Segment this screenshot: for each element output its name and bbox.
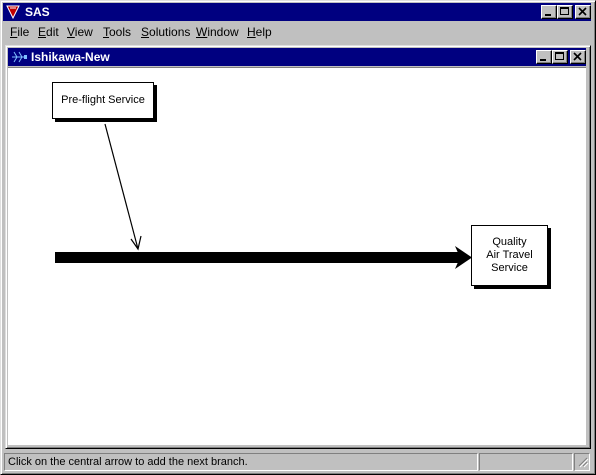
- branch-arrow-line[interactable]: [104, 123, 139, 250]
- app-maximize-button[interactable]: [557, 5, 573, 19]
- doc-maximize-button[interactable]: [552, 50, 568, 64]
- diagram-canvas[interactable]: Pre-flight Service Quality Air Travel Se…: [8, 67, 586, 445]
- sas-icon[interactable]: [6, 5, 20, 20]
- document-title: Ishikawa-New: [31, 50, 110, 64]
- app-title: SAS: [25, 5, 50, 19]
- effect-label: Quality Air Travel Service: [486, 236, 533, 274]
- central-arrow[interactable]: [55, 252, 460, 263]
- close-icon: [578, 7, 587, 16]
- branch-label: Pre-flight Service: [61, 94, 145, 106]
- document-title-bar[interactable]: Ishikawa-New: [8, 48, 586, 66]
- branch-box-preflight[interactable]: Pre-flight Service: [52, 82, 154, 119]
- menu-help[interactable]: Help: [247, 25, 272, 39]
- doc-minimize-button[interactable]: [536, 50, 552, 64]
- doc-close-button[interactable]: [570, 50, 586, 64]
- menu-solutions[interactable]: Solutions: [141, 25, 190, 39]
- status-message: Click on the central arrow to add the ne…: [8, 456, 248, 468]
- status-bar: Click on the central arrow to add the ne…: [3, 452, 591, 471]
- maximize-icon: [555, 52, 564, 60]
- minimize-icon: [540, 59, 546, 61]
- menu-file[interactable]: File: [10, 25, 29, 39]
- ishikawa-window: Ishikawa-New Pre-flight Service Quality …: [5, 45, 591, 449]
- effect-box[interactable]: Quality Air Travel Service: [471, 225, 548, 286]
- ishikawa-icon[interactable]: [11, 50, 27, 64]
- maximize-icon: [560, 7, 569, 15]
- status-message-pane: Click on the central arrow to add the ne…: [4, 453, 478, 471]
- menu-tools[interactable]: Tools: [103, 25, 131, 39]
- size-grip-icon: [578, 457, 589, 468]
- menu-edit[interactable]: Edit: [38, 25, 59, 39]
- minimize-icon: [545, 14, 551, 16]
- size-grip[interactable]: [574, 453, 590, 471]
- close-icon: [573, 52, 582, 61]
- app-minimize-button[interactable]: [541, 5, 557, 19]
- status-pane-2: [479, 453, 573, 471]
- menu-bar: File Edit View Tools Solutions Window He…: [3, 22, 591, 41]
- menu-window[interactable]: Window: [196, 25, 239, 39]
- app-close-button[interactable]: [575, 5, 591, 19]
- app-title-bar[interactable]: SAS: [3, 3, 591, 21]
- menu-view[interactable]: View: [67, 25, 93, 39]
